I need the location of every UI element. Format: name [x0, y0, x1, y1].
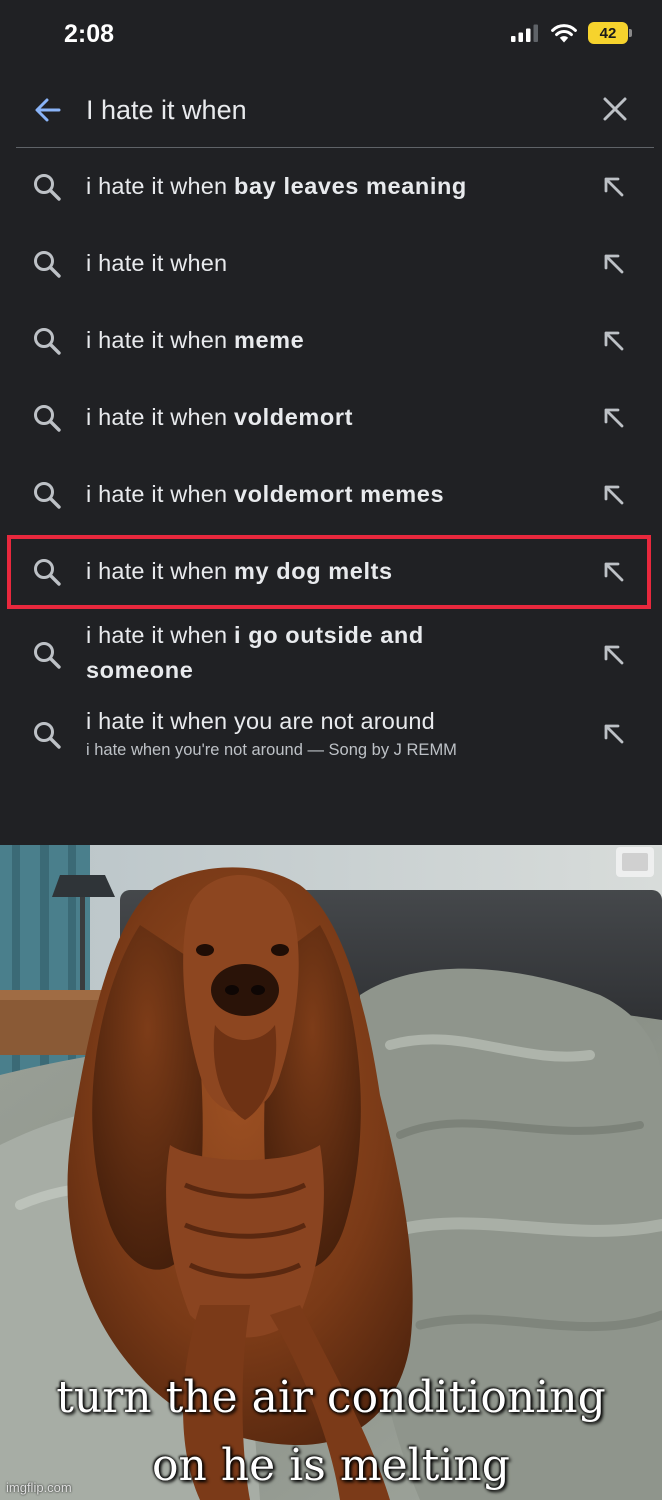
cellular-signal-icon [511, 24, 538, 42]
suggestion-item[interactable]: i hate it when voldemort [0, 380, 662, 456]
suggestion-item[interactable]: i hate it when voldemort memes [0, 457, 662, 533]
wifi-icon [551, 23, 577, 42]
fill-query-icon[interactable] [600, 404, 628, 432]
suggestion-prefix: i hate it when [86, 558, 235, 584]
meme-caption-line1: turn the air conditioning [56, 1372, 606, 1423]
watermark: imgflip.com [6, 1480, 72, 1495]
suggestion-text: i hate it when voldemort [86, 400, 586, 435]
search-divider [16, 147, 654, 148]
status-bar: 2:08 42 [0, 0, 662, 72]
back-button[interactable] [30, 92, 66, 128]
arrow-left-icon [35, 98, 61, 122]
search-input[interactable] [86, 90, 566, 130]
suggestion-completion: voldemort [234, 404, 354, 430]
search-icon [34, 642, 61, 669]
suggestion-text: i hate it when i go outside and someone [86, 618, 486, 688]
close-icon [603, 97, 627, 121]
suggestion-item-highlighted[interactable]: i hate it when my dog melts [0, 534, 662, 610]
search-icon [34, 482, 61, 509]
suggestion-item[interactable]: i hate it when i go outside and someone [0, 611, 662, 699]
suggestion-prefix: i hate it when [86, 250, 228, 276]
search-bar [0, 78, 662, 142]
suggestion-item[interactable]: i hate it when bay leaves meaning [0, 149, 662, 225]
status-icons: 42 [510, 22, 632, 44]
suggestion-prefix: i hate it when [86, 327, 235, 353]
suggestion-text: i hate it when voldemort memes [86, 477, 586, 512]
suggestion-completion: meme [234, 327, 305, 353]
suggestion-prefix: i hate it when [86, 173, 235, 199]
search-icon [34, 251, 61, 278]
fill-query-icon[interactable] [600, 481, 628, 509]
suggestion-completion: voldemort memes [234, 481, 445, 507]
fill-query-icon[interactable] [600, 327, 628, 355]
fill-query-icon[interactable] [600, 720, 628, 748]
fill-query-icon[interactable] [600, 250, 628, 278]
battery-icon: 42 [588, 22, 632, 44]
battery-level: 42 [599, 24, 617, 42]
suggestion-prefix: i hate it when [86, 404, 235, 430]
status-time: 2:08 [64, 20, 115, 48]
suggestion-item[interactable]: i hate it when [0, 226, 662, 302]
suggestion-text: i hate it when bay leaves meaning [86, 169, 586, 204]
suggestion-text: i hate it when meme [86, 323, 586, 358]
suggestion-prefix: i hate it when [86, 622, 235, 648]
suggestion-item[interactable]: i hate it when you are not around i hate … [0, 700, 662, 780]
search-icon [34, 722, 61, 749]
suggestion-prefix: i hate it when you are not around [86, 708, 435, 734]
meme-caption-line2: on he is melting [152, 1440, 510, 1491]
search-icon [34, 405, 61, 432]
suggestion-completion: my dog melts [234, 558, 393, 584]
suggestion-prefix: i hate it when [86, 481, 235, 507]
suggestion-subtitle: i hate when you're not around — Song by … [86, 741, 457, 759]
suggestion-text: i hate it when [86, 246, 586, 281]
suggestion-text: i hate it when you are not around i hate … [86, 704, 586, 761]
clear-search-button[interactable] [598, 92, 632, 126]
fill-query-icon[interactable] [600, 173, 628, 201]
suggestion-item[interactable]: i hate it when meme [0, 303, 662, 379]
suggestion-text: i hate it when my dog melts [86, 554, 586, 589]
fill-query-icon[interactable] [600, 641, 628, 669]
suggestion-completion: bay leaves meaning [234, 173, 467, 199]
search-screen: 2:08 42 I hate it when i hate it when ba… [0, 0, 662, 845]
fill-query-icon[interactable] [600, 558, 628, 586]
search-icon [34, 559, 61, 586]
search-icon [34, 174, 61, 201]
search-icon [34, 328, 61, 355]
